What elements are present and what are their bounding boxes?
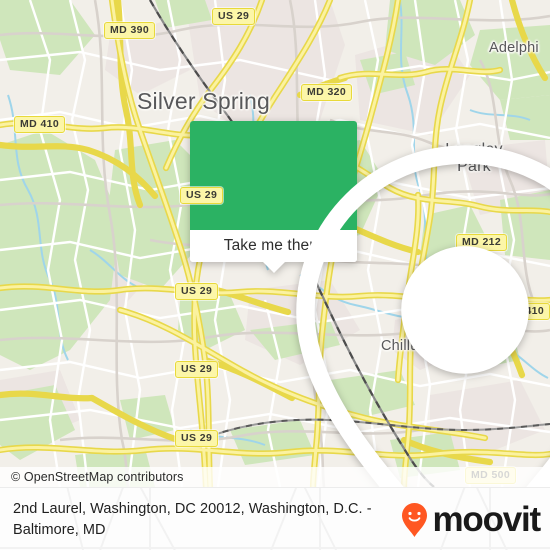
moovit-logo[interactable]: moovit	[401, 500, 541, 539]
popup-tail	[262, 262, 285, 273]
location-title: 2nd Laurel, Washington, DC 20012, Washin…	[13, 500, 372, 538]
footer-inner: 2nd Laurel, Washington, DC 20012, Washin…	[0, 488, 550, 550]
footer-bar: 2nd Laurel, Washington, DC 20012, Washin…	[0, 487, 550, 550]
popup-header	[190, 121, 550, 487]
moovit-wordmark: moovit	[432, 500, 541, 539]
osm-attribution-text: © OpenStreetMap contributors	[11, 470, 184, 484]
map-label-adelphi: Adelphi	[489, 40, 539, 56]
road-shield: MD 410	[14, 116, 66, 133]
moovit-map-screen: Silver Spring Adelphi Langley Park Langl…	[0, 0, 550, 550]
road-shield-hidden: US 29	[180, 187, 224, 204]
road-shield: US 29	[212, 8, 256, 25]
moovit-pin-icon	[402, 502, 428, 537]
map-canvas[interactable]: Silver Spring Adelphi Langley Park Langl…	[0, 0, 550, 487]
map-label-silver-spring: Silver Spring	[137, 88, 270, 114]
road-shield: MD 390	[104, 22, 156, 39]
osm-attribution: © OpenStreetMap contributors	[0, 467, 550, 487]
road-shield: MD 320	[301, 84, 353, 101]
